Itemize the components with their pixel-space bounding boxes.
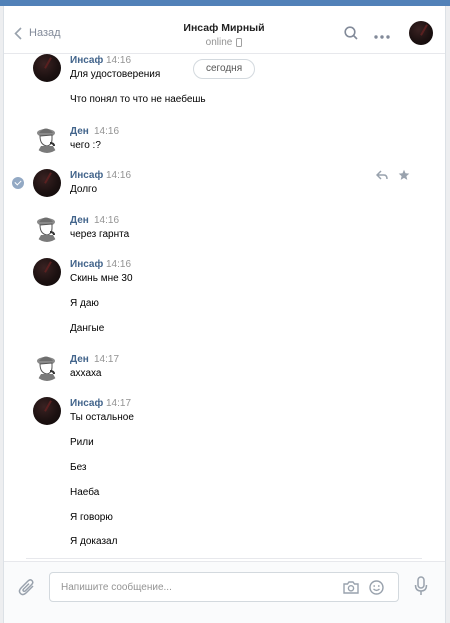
chat-header: Назад Инсаф Мирный online — [4, 6, 445, 54]
chat-title[interactable]: Инсаф Мирный — [124, 22, 324, 34]
message-time: 14:17 — [106, 398, 132, 409]
reply-button[interactable] — [375, 170, 388, 183]
attach-button[interactable] — [18, 578, 36, 599]
author-name[interactable]: Инсаф — [70, 259, 103, 270]
avatar[interactable] — [33, 258, 61, 286]
message-text: Что понял то что не наебешь — [70, 94, 206, 105]
detective-avatar-icon — [37, 128, 57, 153]
author-name[interactable]: Инсаф — [70, 55, 103, 66]
message-text: Наеба — [70, 487, 100, 498]
online-status: online — [124, 37, 324, 48]
message-text: Ты остальное — [70, 412, 134, 423]
author-name[interactable]: Ден — [70, 215, 89, 226]
smile-icon — [369, 580, 384, 595]
chevron-left-icon — [14, 26, 22, 40]
star-icon — [398, 169, 410, 180]
message-input[interactable]: Напишите сообщение... — [49, 572, 399, 602]
avatar[interactable] — [33, 125, 61, 153]
more-dots-icon — [374, 35, 390, 39]
message-composer: Напишите сообщение... — [4, 561, 445, 623]
message-text: Рили — [70, 437, 94, 448]
detective-avatar-icon — [37, 356, 57, 381]
author-name[interactable]: Ден — [70, 126, 89, 137]
message-text: Долго — [70, 184, 98, 195]
message-text: Я доказал — [70, 536, 118, 547]
date-separator: сегодня — [193, 59, 256, 79]
composer-divider — [26, 558, 422, 559]
avatar[interactable] — [33, 397, 61, 425]
message-time: 14:16 — [106, 170, 132, 181]
avatar[interactable] — [33, 214, 61, 242]
more-button[interactable] — [374, 31, 390, 42]
message-text: Я говорю — [70, 512, 113, 523]
author-name[interactable]: Инсаф — [70, 398, 103, 409]
chat-avatar[interactable] — [409, 21, 433, 45]
microphone-icon — [414, 576, 428, 595]
message-text: через гарнта — [70, 229, 130, 240]
status-text: online — [205, 37, 233, 48]
message-text: Без — [70, 462, 87, 473]
message-input-placeholder: Напишите сообщение... — [61, 582, 172, 593]
check-circle-icon[interactable] — [12, 177, 24, 189]
message-time: 14:16 — [94, 126, 120, 137]
author-name[interactable]: Инсаф — [70, 170, 103, 181]
mobile-phone-icon — [236, 38, 243, 47]
paperclip-icon — [18, 579, 34, 596]
message-text: чего :? — [70, 140, 101, 151]
back-button[interactable]: Назад — [14, 26, 61, 40]
voice-button[interactable] — [414, 576, 428, 599]
message-time: 14:17 — [94, 354, 120, 365]
message-text: Для удостоверения — [70, 69, 161, 80]
reply-icon — [375, 170, 388, 180]
message-time: 14:16 — [106, 55, 132, 66]
camera-button[interactable] — [343, 581, 359, 597]
avatar[interactable] — [33, 54, 61, 82]
emoji-button[interactable] — [369, 580, 384, 598]
message-text: Я даю — [70, 298, 99, 309]
chat-panel: Назад Инсаф Мирный online сегодня Инсаф … — [3, 6, 446, 623]
camera-icon — [343, 581, 359, 594]
search-button[interactable] — [344, 26, 358, 43]
message-text: Скинь мне 30 — [70, 273, 133, 284]
message-time: 14:16 — [94, 215, 120, 226]
message-time: 14:16 — [106, 259, 132, 270]
message-text: аххаха — [70, 368, 102, 379]
author-name[interactable]: Ден — [70, 354, 89, 365]
back-label: Назад — [29, 27, 61, 39]
search-icon — [344, 26, 358, 40]
avatar[interactable] — [33, 169, 61, 197]
favorite-button[interactable] — [398, 169, 410, 184]
avatar[interactable] — [33, 353, 61, 381]
detective-avatar-icon — [37, 217, 57, 242]
message-text: Дангые — [70, 323, 105, 334]
